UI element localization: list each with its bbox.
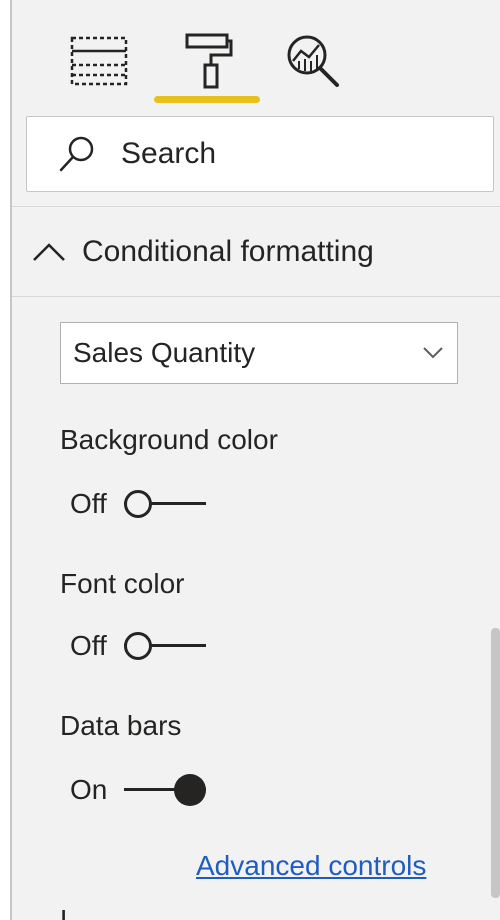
analytics-magnifier-icon bbox=[287, 35, 339, 87]
scrollbar[interactable] bbox=[491, 628, 500, 898]
section-header-conditional-formatting[interactable]: Conditional formatting bbox=[12, 212, 500, 292]
next-section-partial: L bbox=[60, 904, 76, 920]
background-color-toggle[interactable]: Off bbox=[70, 484, 206, 524]
data-bars-label: Data bars bbox=[60, 710, 182, 741]
toggle-switch[interactable] bbox=[124, 630, 206, 662]
paint-roller-icon bbox=[185, 33, 233, 89]
font-color-label: Font color bbox=[60, 568, 185, 599]
active-tab-indicator bbox=[154, 96, 260, 103]
toggle-state: On bbox=[70, 774, 108, 805]
search-placeholder: Search bbox=[121, 137, 217, 170]
toggle-switch[interactable] bbox=[124, 488, 206, 520]
chevron-up-icon bbox=[32, 235, 66, 269]
divider bbox=[12, 206, 500, 207]
advanced-controls-link[interactable]: Advanced controls bbox=[196, 850, 426, 882]
chevron-down-icon bbox=[421, 341, 445, 365]
data-bars-toggle[interactable]: On bbox=[70, 770, 206, 810]
search-input[interactable]: Search bbox=[26, 116, 494, 192]
font-color-toggle[interactable]: Off bbox=[70, 626, 206, 666]
background-color-label: Background color bbox=[60, 424, 278, 455]
format-pane: Search Conditional formatting Sales Quan… bbox=[10, 0, 500, 920]
tab-analytics[interactable] bbox=[280, 28, 346, 94]
toggle-state: Off bbox=[70, 630, 107, 661]
toggle-state: Off bbox=[70, 488, 107, 519]
search-icon bbox=[55, 132, 99, 176]
table-fields-icon bbox=[70, 36, 128, 86]
tab-fields[interactable] bbox=[66, 28, 132, 94]
field-select[interactable]: Sales Quantity bbox=[60, 322, 458, 384]
divider bbox=[12, 296, 500, 297]
toggle-switch[interactable] bbox=[124, 774, 206, 806]
section-title: Conditional formatting bbox=[82, 235, 374, 268]
tab-format[interactable] bbox=[176, 28, 242, 94]
field-select-value: Sales Quantity bbox=[73, 337, 256, 368]
